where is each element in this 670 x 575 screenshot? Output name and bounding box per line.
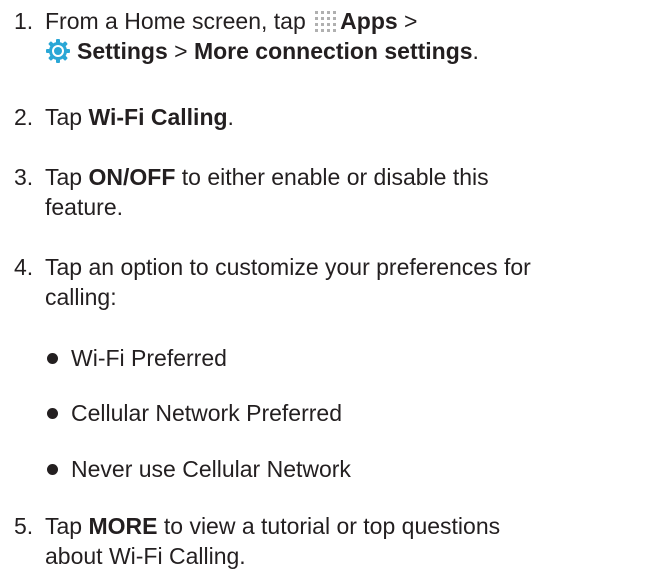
bullet-dot (47, 353, 58, 364)
apps-label: Apps (340, 8, 398, 34)
wifi-calling-label: Wi-Fi Calling (88, 104, 228, 130)
step-text: Tap an option to customize your preferen… (45, 252, 665, 312)
step-line: Tap an option to customize your preferen… (45, 254, 531, 280)
step-line: Tap MORE to view a tutorial or top quest… (45, 511, 665, 541)
step-text-part: From a Home screen, tap (45, 8, 313, 34)
step-text: Tap ON/OFF to either enable or disable t… (45, 162, 665, 222)
step-line: Settings > More connection settings. (45, 36, 665, 66)
apps-grid-icon (315, 11, 337, 32)
settings-gear-icon (46, 39, 70, 63)
step-line: From a Home screen, tap Apps > (45, 6, 665, 36)
bullet-text: Cellular Network Preferred (71, 400, 342, 426)
step-line: about Wi-Fi Calling. (45, 543, 246, 569)
step-text-part: Tap (45, 104, 89, 130)
step-number: 4. (14, 254, 34, 280)
step-1: 1. From a Home screen, tap Apps > Settin… (14, 6, 664, 70)
settings-label: Settings (77, 38, 168, 64)
more-label: MORE (88, 513, 158, 539)
step-2: 2. Tap Wi-Fi Calling. (14, 102, 664, 132)
step-text-part: . (472, 38, 479, 64)
step-number: 1. (14, 8, 34, 34)
step-line: Tap ON/OFF to either enable or disable t… (45, 162, 665, 192)
more-connection-settings-label: More connection settings (193, 38, 473, 64)
step-text: From a Home screen, tap Apps > Settings … (45, 6, 665, 66)
step-number: 3. (14, 164, 34, 190)
on-off-label: ON/OFF (88, 164, 176, 190)
step-line: feature. (45, 194, 123, 220)
step-number: 2. (14, 104, 34, 130)
step-text-part: to either enable or disable this (175, 164, 489, 190)
separator: > (397, 8, 418, 34)
step-text-part: to view a tutorial or top questions (157, 513, 501, 539)
step-text-part: Tap (45, 164, 89, 190)
bullet-dot (47, 408, 58, 419)
step-text: Tap Wi-Fi Calling. (45, 102, 665, 132)
step-text-part: Tap (45, 513, 89, 539)
step-text: Tap MORE to view a tutorial or top quest… (45, 511, 665, 571)
step-line: calling: (45, 284, 117, 310)
step-5: 5. Tap MORE to view a tutorial or top qu… (14, 511, 664, 571)
step-3: 3. Tap ON/OFF to either enable or disabl… (14, 162, 664, 222)
step-4: 4. Tap an option to customize your prefe… (14, 252, 664, 312)
step-text-part: . (227, 104, 234, 130)
separator: > (167, 38, 194, 64)
bullet-text: Never use Cellular Network (71, 456, 351, 482)
step-number: 5. (14, 513, 34, 539)
bullet-text: Wi-Fi Preferred (71, 345, 227, 371)
bullet-dot (47, 464, 58, 475)
